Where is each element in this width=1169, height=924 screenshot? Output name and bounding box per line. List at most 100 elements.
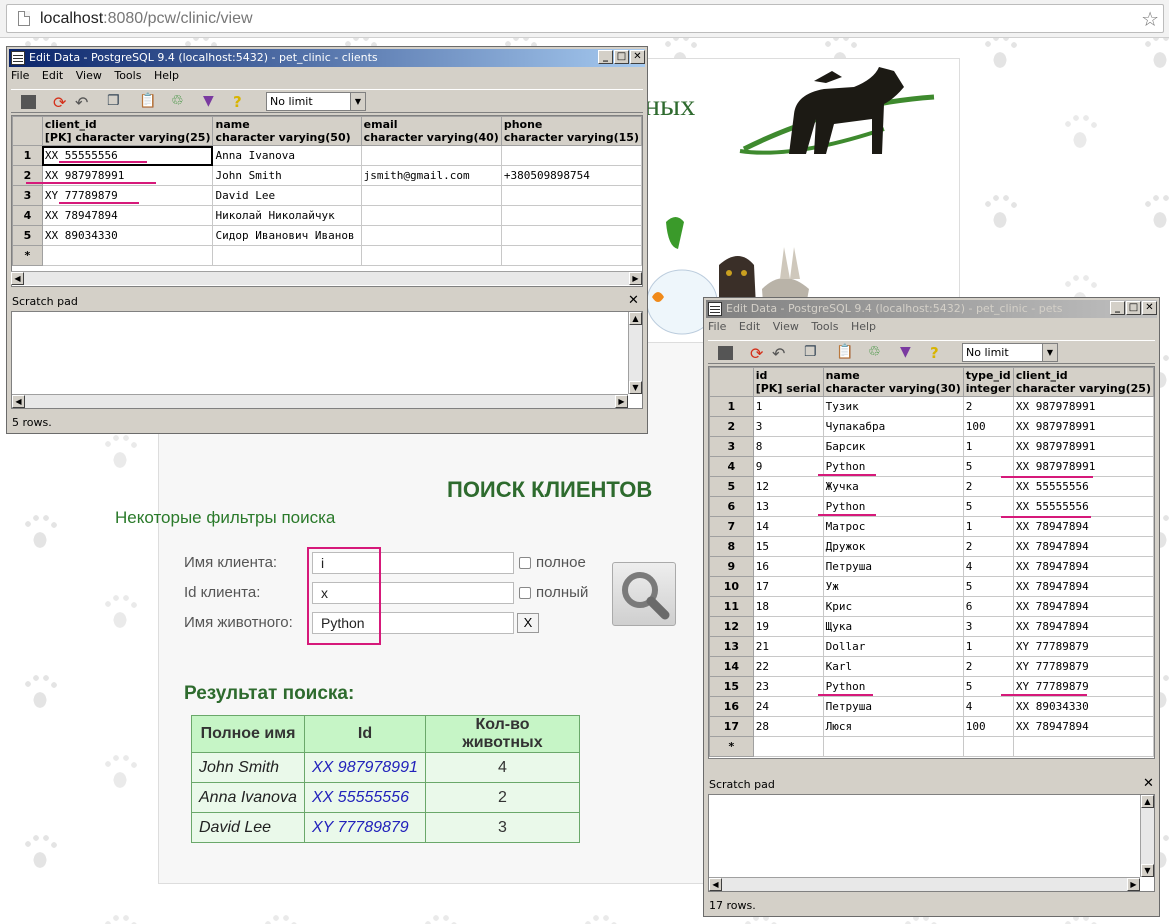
cell-client-id[interactable]: XX 55555556 (1012, 476, 1154, 497)
cell-name[interactable]: Барсик (822, 436, 964, 457)
cell-client-id[interactable]: XX 89034330 (1012, 696, 1154, 717)
cell-id[interactable]: 3 (752, 416, 824, 437)
cell-email[interactable] (360, 225, 502, 246)
bookmark-star-icon[interactable]: ☆ (1141, 7, 1159, 31)
full-name-checkbox[interactable] (519, 557, 531, 569)
address-bar[interactable]: localhost:8080/pcw/clinic/view ☆ (6, 4, 1164, 33)
row-number[interactable]: 12 (709, 616, 754, 637)
col-header-email[interactable]: email character varying(40) (360, 116, 502, 146)
help-icon[interactable]: ? (233, 93, 251, 111)
row-number[interactable]: 2 (709, 416, 754, 437)
cell-empty[interactable] (962, 736, 1014, 757)
new-row[interactable]: * (12, 245, 642, 266)
cell-type-id[interactable]: 2 (962, 396, 1014, 417)
row-number[interactable]: 4 (709, 456, 754, 477)
cell-name[interactable]: David Lee (212, 185, 362, 206)
cell-name[interactable]: Матрос (822, 516, 964, 537)
menu-help[interactable]: Help (851, 320, 876, 333)
cell-type-id[interactable]: 5 (962, 456, 1014, 477)
cell-id[interactable]: 19 (752, 616, 824, 637)
result-id-link[interactable]: XY 77789879 (304, 812, 426, 843)
cell-type-id[interactable]: 100 (962, 416, 1014, 437)
undo-icon[interactable]: ↶ (75, 93, 93, 112)
filter-icon[interactable]: ▼ (203, 93, 221, 110)
help-icon[interactable]: ? (930, 344, 948, 362)
cell-id[interactable]: 16 (752, 556, 824, 577)
menu-edit[interactable]: Edit (739, 320, 760, 333)
table-row[interactable]: 9 16 Петруша 4 XX 78947894 (709, 556, 1154, 577)
row-number[interactable]: 11 (709, 596, 754, 617)
cell-client-id[interactable]: XX 78947894 (1012, 596, 1154, 617)
row-number[interactable]: 15 (709, 676, 754, 697)
cell-empty[interactable] (752, 736, 824, 757)
table-row[interactable]: 6 13 Python 5 XX 55555556 (709, 496, 1154, 517)
row-number[interactable]: 4 (12, 205, 43, 226)
cell-type-id[interactable]: 4 (962, 696, 1014, 717)
cell-empty[interactable] (822, 736, 964, 757)
cell-empty[interactable] (360, 245, 502, 266)
scroll-left-icon[interactable]: ◀ (709, 878, 722, 891)
cell-email[interactable] (360, 185, 502, 206)
menu-help[interactable]: Help (154, 69, 179, 82)
scroll-left-icon[interactable]: ◀ (12, 395, 25, 408)
row-number[interactable]: 7 (709, 516, 754, 537)
clear-pet-button[interactable]: X (517, 613, 539, 633)
cell-id[interactable]: 24 (752, 696, 824, 717)
row-number[interactable]: 9 (709, 556, 754, 577)
filter-icon[interactable]: ▼ (900, 344, 918, 361)
pets-titlebar[interactable]: Edit Data - PostgreSQL 9.4 (localhost:54… (706, 300, 1157, 318)
scratch-horizontal-scrollbar[interactable]: ◀ ▶ (12, 394, 628, 408)
cell-phone[interactable]: +380509898754 (500, 165, 642, 186)
save-icon[interactable] (21, 95, 36, 109)
undo-icon[interactable]: ↶ (772, 344, 790, 363)
full-id-checkbox[interactable] (519, 587, 531, 599)
cell-type-id[interactable]: 3 (962, 616, 1014, 637)
table-row[interactable]: 4 9 Python 5 XX 987978991 (709, 456, 1154, 477)
table-row[interactable]: 13 21 Dollar 1 XY 77789879 (709, 636, 1154, 657)
cell-name[interactable]: Щука (822, 616, 964, 637)
delete-row-icon[interactable]: ♲ (171, 93, 189, 110)
cell-phone[interactable] (500, 205, 642, 226)
row-number[interactable]: 5 (12, 225, 43, 246)
cell-type-id[interactable]: 2 (962, 536, 1014, 557)
row-number[interactable]: 17 (709, 716, 754, 737)
cell-name[interactable]: Петруша (822, 556, 964, 577)
cell-type-id[interactable]: 100 (962, 716, 1014, 737)
table-row[interactable]: 4 XX 78947894 Николай Николайчук (12, 205, 642, 226)
table-row[interactable]: 16 24 Петруша 4 XX 89034330 (709, 696, 1154, 717)
cell-client-id[interactable]: XX 55555556 (1012, 496, 1154, 517)
clients-horizontal-scrollbar[interactable]: ◀ ▶ (11, 271, 642, 285)
table-row[interactable]: 3 8 Барсик 1 XX 987978991 (709, 436, 1154, 457)
cell-type-id[interactable]: 5 (962, 496, 1014, 517)
table-row[interactable]: 12 19 Щука 3 XX 78947894 (709, 616, 1154, 637)
cell-client-id[interactable]: XX 78947894 (41, 205, 214, 226)
cell-phone[interactable] (500, 185, 642, 206)
cell-client-id[interactable]: XX 78947894 (1012, 556, 1154, 577)
cell-email[interactable] (360, 205, 502, 226)
clients-titlebar[interactable]: Edit Data - PostgreSQL 9.4 (localhost:54… (9, 49, 645, 67)
cell-name[interactable]: Николай Николайчук (212, 205, 362, 226)
table-row[interactable]: 11 18 Крис 6 XX 78947894 (709, 596, 1154, 617)
cell-id[interactable]: 8 (752, 436, 824, 457)
scroll-right-icon[interactable]: ▶ (1127, 878, 1140, 891)
table-row[interactable]: 14 22 Karl 2 XY 77789879 (709, 656, 1154, 677)
scroll-right-icon[interactable]: ▶ (615, 395, 628, 408)
cell-name[interactable]: Anna Ivanova (212, 145, 362, 166)
cell-empty[interactable] (1012, 736, 1154, 757)
paste-icon[interactable]: 📋 (836, 344, 854, 361)
cell-empty[interactable] (212, 245, 362, 266)
cell-name[interactable]: Крис (822, 596, 964, 617)
cell-name[interactable]: Люся (822, 716, 964, 737)
table-row[interactable]: 8 15 Дружок 2 XX 78947894 (709, 536, 1154, 557)
cell-id[interactable]: 23 (752, 676, 824, 697)
save-icon[interactable] (718, 346, 733, 360)
cell-name[interactable]: Тузик (822, 396, 964, 417)
result-id-link[interactable]: XX 987978991 (304, 752, 426, 783)
cell-type-id[interactable]: 5 (962, 576, 1014, 597)
row-number[interactable]: 14 (709, 656, 754, 677)
cell-id[interactable]: 22 (752, 656, 824, 677)
cell-name[interactable]: Петруша (822, 696, 964, 717)
col-header-id[interactable]: id [PK] serial (752, 367, 824, 397)
cell-id[interactable]: 12 (752, 476, 824, 497)
row-limit-dropdown[interactable]: No limit ▼ (962, 343, 1058, 362)
